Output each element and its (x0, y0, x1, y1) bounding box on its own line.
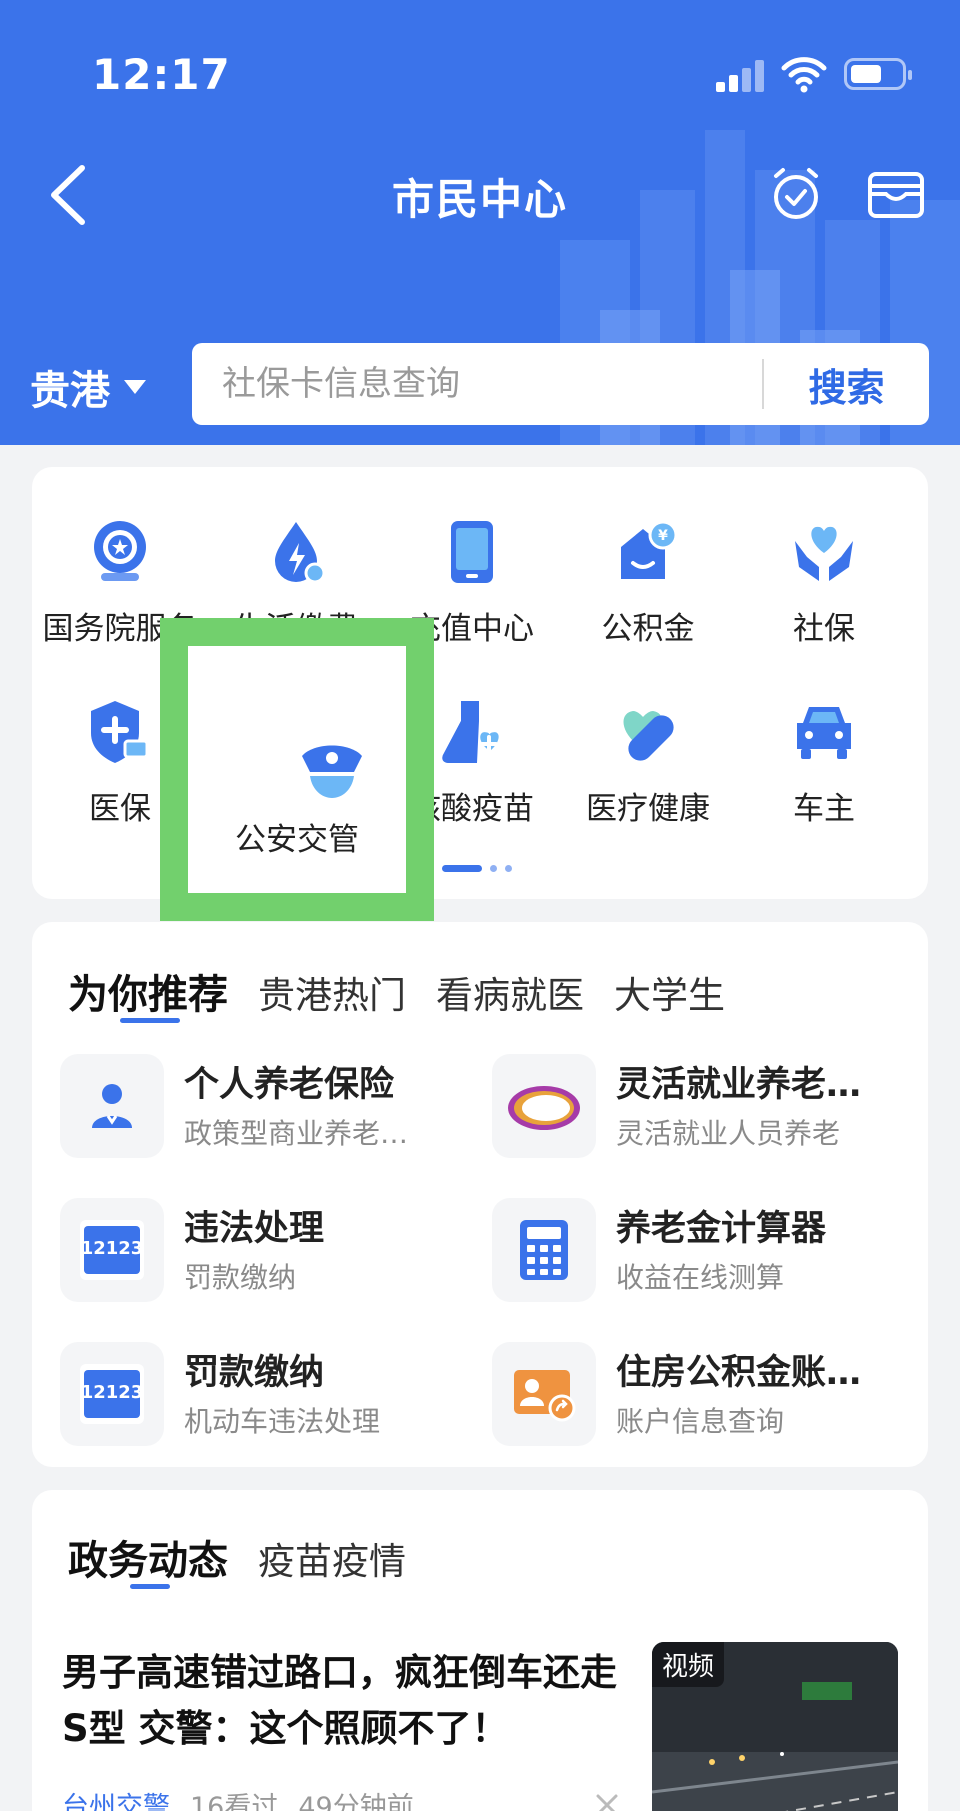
wifi-icon (781, 57, 827, 93)
city-name: 贵港 (30, 368, 110, 414)
heart-hands-icon (795, 526, 853, 581)
rec-item-fine-payment[interactable]: 12123 罚款缴纳 机动车违法处理 (60, 1342, 470, 1446)
status-time: 12:17 (92, 50, 231, 99)
news-tabs: 政务动态 疫苗疫情 (68, 1528, 406, 1586)
alarm-clock-icon[interactable] (768, 166, 824, 222)
news-source: 台州交警 (62, 1792, 170, 1811)
search-bar: 搜索 (192, 343, 929, 425)
gov-emblem-icon (94, 521, 146, 581)
search-button[interactable]: 搜索 (764, 343, 929, 425)
active-tab-indicator (130, 1584, 170, 1589)
service-car-owner[interactable]: 车主 (736, 697, 912, 828)
city-selector[interactable]: 贵港 (30, 358, 146, 416)
pill-heart-icon (623, 711, 674, 761)
car-icon (797, 707, 851, 759)
flask-icon (442, 701, 499, 763)
rec-item-violation[interactable]: 12123 违法处理 罚款缴纳 (60, 1198, 470, 1302)
page-indicator (442, 865, 512, 872)
dismiss-icon[interactable] (592, 1790, 622, 1811)
rec-item-flexible-pension[interactable]: 灵活就业养老… 灵活就业人员养老 (492, 1054, 902, 1158)
house-fund-icon: ¥ (621, 520, 678, 579)
tab-for-you[interactable]: 为你推荐 (68, 962, 228, 1020)
svg-text:12123: 12123 (81, 1382, 144, 1403)
service-police-traffic[interactable]: 公安交管 (160, 618, 434, 921)
tab-vaccine-news[interactable]: 疫苗疫情 (258, 1531, 406, 1585)
service-social-security[interactable]: 社保 (736, 517, 912, 648)
news-title[interactable]: 男子高速错过路口，疯狂倒车还走S型 交警：这个照顾不了！ (62, 1645, 622, 1757)
phone-icon (451, 521, 493, 583)
calculator-icon (520, 1220, 568, 1280)
tab-local-hot[interactable]: 贵港热门 (258, 965, 406, 1019)
news-meta: 台州交警 16看过 49分钟前 (62, 1785, 414, 1811)
rec-item-pension-calculator[interactable]: 养老金计算器 收益在线测算 (492, 1198, 902, 1302)
news-thumbnail[interactable]: 视频 (652, 1642, 898, 1811)
active-tab-indicator (120, 1018, 180, 1023)
signal-icon (716, 60, 768, 92)
person-icon (92, 1084, 132, 1128)
account-card-icon (514, 1370, 576, 1422)
12123-logo-icon: 12123 (80, 1364, 144, 1424)
lightning-drop-icon (275, 522, 326, 584)
tab-medical[interactable]: 看病就医 (436, 965, 584, 1019)
police-cap-icon (302, 745, 362, 798)
recommend-tabs: 为你推荐 贵港热门 看病就医 大学生 (68, 962, 725, 1020)
header: 12:17 市民中心 贵港 搜索 (0, 0, 960, 445)
search-input[interactable] (222, 343, 742, 425)
rec-item-housing-fund-account[interactable]: 住房公积金账… 账户信息查询 (492, 1342, 902, 1446)
cloud-logo-icon (508, 1086, 580, 1130)
service-health[interactable]: 医疗健康 (560, 697, 736, 828)
caret-down-icon (124, 380, 146, 394)
news-views: 16看过 (190, 1792, 279, 1811)
news-time: 49分钟前 (298, 1792, 414, 1811)
recommend-section: 为你推荐 贵港热门 看病就医 大学生 个人养老保险 政策型商业养老… 灵活就业养… (32, 922, 928, 1467)
tab-gov-news[interactable]: 政务动态 (68, 1528, 228, 1586)
battery-icon (844, 58, 912, 90)
video-tag: 视频 (652, 1642, 725, 1687)
card-wallet-icon[interactable] (866, 168, 926, 222)
tab-students[interactable]: 大学生 (614, 965, 725, 1019)
svg-text:¥: ¥ (658, 528, 668, 544)
svg-text:12123: 12123 (81, 1238, 144, 1259)
rec-item-pension-insurance[interactable]: 个人养老保险 政策型商业养老… (60, 1054, 470, 1158)
service-housing-fund[interactable]: ¥ 公积金 (560, 517, 736, 648)
12123-logo-icon: 12123 (80, 1220, 144, 1280)
news-section: 政务动态 疫苗疫情 男子高速错过路口，疯狂倒车还走S型 交警：这个照顾不了！ 台… (32, 1490, 928, 1811)
medical-shield-icon (91, 701, 149, 763)
